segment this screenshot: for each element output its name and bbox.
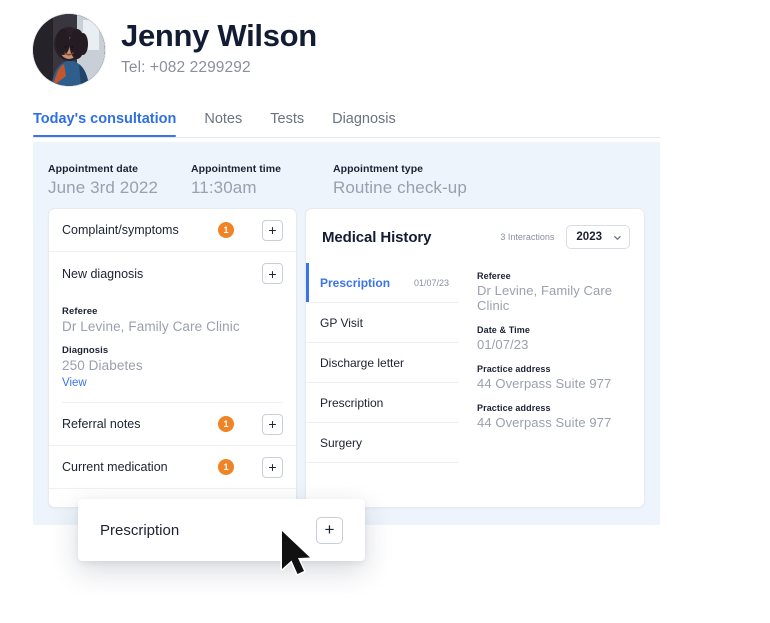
medical-history-body: Prescription 01/07/23 GP Visit Discharge… <box>306 263 644 463</box>
consultation-card: Complaint/symptoms 1 + New diagnosis + R… <box>48 208 297 508</box>
row-actions: 1 + <box>218 219 283 241</box>
appointment-date-value: June 3rd 2022 <box>48 178 158 197</box>
status-badge: 1 <box>218 416 234 432</box>
add-referral-note-button[interactable]: + <box>262 413 283 435</box>
status-badge: 1 <box>218 222 234 238</box>
tab-notes[interactable]: Notes <box>204 111 242 136</box>
history-item-prescription-1[interactable]: Prescription 01/07/23 <box>306 263 459 303</box>
mouse-cursor-icon <box>280 529 312 576</box>
add-diagnosis-button[interactable]: + <box>262 263 283 284</box>
view-link[interactable]: View <box>62 377 87 389</box>
interactions-count: 3 Interactions <box>500 232 555 242</box>
row-actions: 1 + <box>218 413 283 435</box>
year-value: 2023 <box>576 231 602 243</box>
detail-practice-address-label-1: Practice address <box>477 364 551 374</box>
appointment-time-label: Appointment time <box>191 163 282 175</box>
detail-practice-address-label-2: Practice address <box>477 403 551 413</box>
page-title: Jenny Wilson <box>121 18 317 53</box>
add-prescription-button[interactable]: + <box>316 516 343 544</box>
referee-label: Referee <box>62 306 98 317</box>
detail-practice-address-value-1: 44 Overpass Suite 977 <box>477 376 612 391</box>
history-item-discharge-letter[interactable]: Discharge letter <box>306 343 459 383</box>
add-medication-button[interactable]: + <box>262 456 283 478</box>
list-item-label: Prescription <box>320 275 391 290</box>
patient-photo-icon <box>33 14 105 86</box>
row-label: Complaint/symptoms <box>62 223 179 237</box>
row-actions: + <box>262 263 283 284</box>
row-referral-notes[interactable]: Referral notes 1 + <box>49 403 296 446</box>
add-complaint-button[interactable]: + <box>262 219 283 241</box>
app-root: Jenny Wilson Tel: +082 2299292 Today's c… <box>0 0 770 623</box>
medical-history-card: Medical History 3 Interactions 2023 Pres… <box>305 208 645 508</box>
detail-referee-label: Referee <box>477 271 511 281</box>
history-item-gp-visit[interactable]: GP Visit <box>306 303 459 343</box>
row-new-diagnosis[interactable]: New diagnosis + <box>49 252 296 295</box>
history-item-surgery[interactable]: Surgery <box>306 423 459 463</box>
status-badge: 1 <box>218 459 234 475</box>
tab-bar: Today's consultation Notes Tests Diagnos… <box>33 111 660 138</box>
appointment-type-label: Appointment type <box>333 163 424 175</box>
list-item-label: GP Visit <box>320 315 363 330</box>
chevron-down-icon <box>614 235 621 240</box>
patient-header: Jenny Wilson Tel: +082 2299292 <box>33 8 317 86</box>
appointment-date-label: Appointment date <box>48 163 139 175</box>
list-item-label: Discharge letter <box>320 355 405 370</box>
diagnosis-value: 250 Diabetes <box>62 358 143 373</box>
row-label: Current medication <box>62 460 168 474</box>
medical-history-controls: 3 Interactions 2023 <box>500 225 630 249</box>
appointment-date-field: Appointment date June 3rd 2022 <box>48 163 191 198</box>
medical-history-header: Medical History 3 Interactions 2023 <box>306 209 644 263</box>
row-label: New diagnosis <box>62 266 144 281</box>
diagnosis-details: Referee Dr Levine, Family Care Clinic Di… <box>49 295 296 391</box>
list-item-date: 01/07/23 <box>413 277 449 288</box>
row-complaint-symptoms[interactable]: Complaint/symptoms 1 + <box>49 209 296 252</box>
diagnosis-label: Diagnosis <box>62 345 109 356</box>
row-label: Referral notes <box>62 417 141 431</box>
patient-identity: Jenny Wilson Tel: +082 2299292 <box>121 8 317 77</box>
detail-datetime-label: Date & Time <box>477 325 530 335</box>
history-detail-pane: Referee Dr Levine, Family Care Clinic Da… <box>469 263 644 463</box>
tab-tests[interactable]: Tests <box>270 111 304 136</box>
detail-referee-value: Dr Levine, Family Care Clinic <box>477 283 613 313</box>
appointment-summary: Appointment date June 3rd 2022 Appointme… <box>48 163 467 198</box>
appointment-type-field: Appointment type Routine check-up <box>333 163 467 198</box>
row-actions: 1 + <box>218 456 283 478</box>
history-item-prescription-2[interactable]: Prescription <box>306 383 459 423</box>
appointment-type-value: Routine check-up <box>333 178 467 197</box>
floating-card-title: Prescription <box>100 521 180 539</box>
patient-phone: Tel: +082 2299292 <box>121 58 251 76</box>
prescription-floating-card[interactable]: Prescription + <box>78 499 365 561</box>
consultation-panel: Appointment date June 3rd 2022 Appointme… <box>33 142 660 525</box>
tab-diagnosis[interactable]: Diagnosis <box>332 111 396 136</box>
medical-history-list: Prescription 01/07/23 GP Visit Discharge… <box>306 263 469 463</box>
list-item-label: Surgery <box>320 435 363 450</box>
tab-todays-consultation[interactable]: Today's consultation <box>33 111 177 137</box>
row-current-medication[interactable]: Current medication 1 + <box>49 446 296 489</box>
year-select[interactable]: 2023 <box>566 225 630 249</box>
detail-datetime-value: 01/07/23 <box>477 337 529 352</box>
referee-value: Dr Levine, Family Care Clinic <box>62 319 240 334</box>
appointment-time-field: Appointment time 11:30am <box>191 163 333 198</box>
medical-history-title: Medical History <box>322 228 432 246</box>
avatar <box>33 14 105 86</box>
appointment-time-value: 11:30am <box>191 178 257 197</box>
list-item-label: Prescription <box>320 395 384 410</box>
detail-practice-address-value-2: 44 Overpass Suite 977 <box>477 415 612 430</box>
